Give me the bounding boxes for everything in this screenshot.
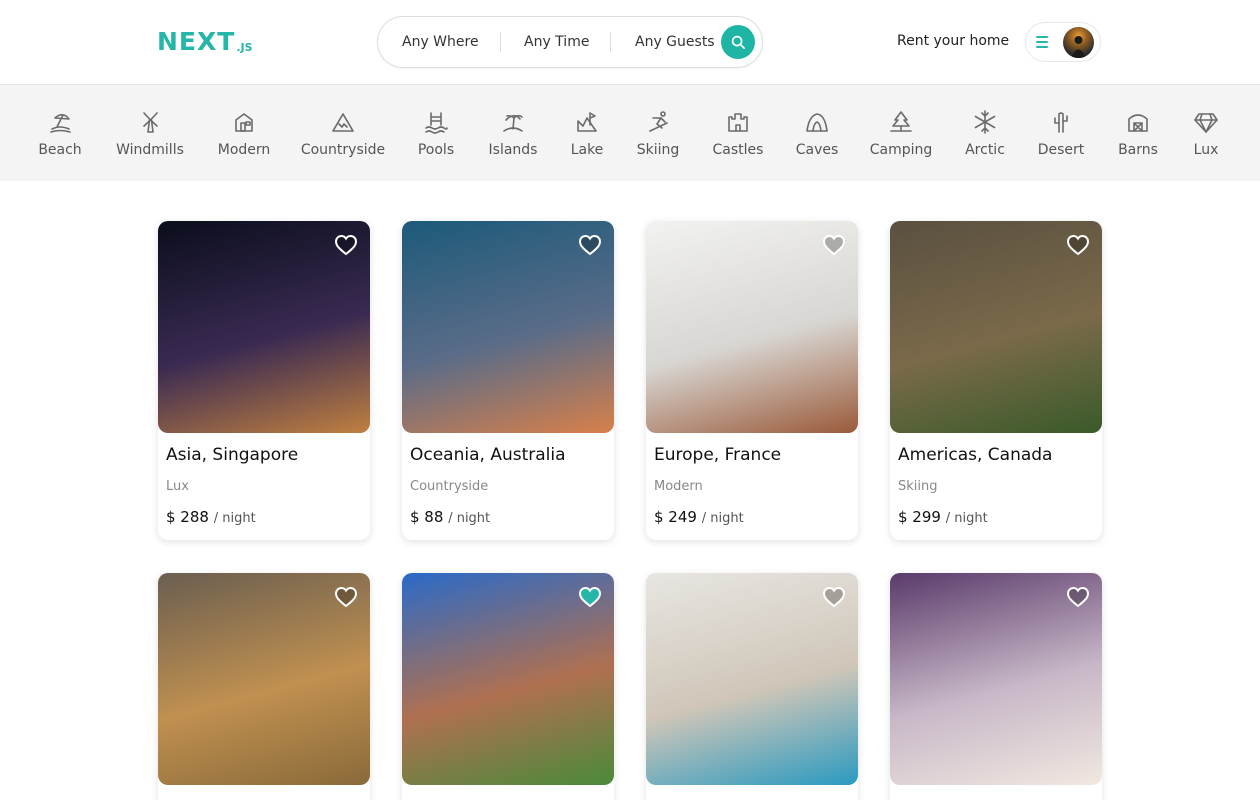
heart-icon[interactable] <box>822 585 846 609</box>
listing-price: $ 288 / night <box>166 508 256 526</box>
price-unit: / night <box>213 511 256 526</box>
heart-icon[interactable] <box>578 585 602 609</box>
category-beach[interactable]: Beach <box>15 109 105 169</box>
menu-icon <box>1036 36 1050 48</box>
brand-logo[interactable]: NEXT .JS <box>157 29 253 55</box>
heart-icon[interactable] <box>334 233 358 257</box>
category-label: Desert <box>1037 142 1085 158</box>
category-label: Castles <box>712 142 764 158</box>
listing-location[interactable]: Oceania, Australia <box>410 445 566 465</box>
heart-icon[interactable] <box>1066 585 1090 609</box>
diamond-icon <box>1194 113 1218 133</box>
search-divider <box>610 32 611 52</box>
category-label: Beach <box>38 142 82 158</box>
category-label: Caves <box>795 142 839 158</box>
listing-card[interactable] <box>890 573 1102 800</box>
castle-icon <box>728 113 748 132</box>
listing-card[interactable]: Americas, Canada Skiing $ 299 / night <box>890 221 1102 540</box>
cactus-icon <box>1054 112 1068 133</box>
category-label: Countryside <box>300 142 386 158</box>
listing-location[interactable]: Europe, France <box>654 445 781 465</box>
heart-icon[interactable] <box>822 233 846 257</box>
price-value: $ 88 <box>410 508 444 526</box>
heart-icon[interactable] <box>578 233 602 257</box>
search-bar[interactable]: Any Where Any Time Any Guests <box>377 16 763 68</box>
logo-text: NEXT <box>157 27 236 56</box>
search-button[interactable] <box>721 25 755 59</box>
price-value: $ 299 <box>898 508 941 526</box>
search-time-button[interactable]: Any Time <box>524 17 589 67</box>
category-label: Modern <box>217 142 271 158</box>
category-lux[interactable]: Lux <box>1161 109 1251 169</box>
listing-category: Skiing <box>898 479 938 494</box>
heart-icon[interactable] <box>334 585 358 609</box>
tree-icon <box>890 111 912 132</box>
category-modern[interactable]: Modern <box>199 109 289 169</box>
listing-location[interactable]: Asia, Singapore <box>166 445 298 465</box>
category-label: Arctic <box>965 142 1005 158</box>
listing-location[interactable]: Americas, Canada <box>898 445 1052 465</box>
cave-icon <box>806 113 828 132</box>
price-unit: / night <box>448 511 491 526</box>
search-icon <box>731 35 745 49</box>
category-bar: Beach Windmills Modern Countryside Pools… <box>0 85 1260 181</box>
price-unit: / night <box>701 511 744 526</box>
windmill-icon <box>143 112 158 133</box>
category-camping[interactable]: Camping <box>856 109 946 169</box>
avatar <box>1063 27 1094 58</box>
category-label: Skiing <box>636 142 680 158</box>
pool-icon <box>425 112 448 134</box>
search-divider <box>500 32 501 52</box>
listing-card[interactable]: Oceania, Australia Countryside $ 88 / ni… <box>402 221 614 540</box>
skiing-icon <box>649 111 668 132</box>
heart-icon[interactable] <box>1066 233 1090 257</box>
island-icon <box>503 114 523 132</box>
price-value: $ 288 <box>166 508 209 526</box>
mountain-icon <box>332 113 354 132</box>
listing-card[interactable] <box>402 573 614 800</box>
lake-icon <box>577 112 597 132</box>
modern-house-icon <box>235 113 253 132</box>
listing-card[interactable]: Europe, France Modern $ 249 / night <box>646 221 858 540</box>
category-castles[interactable]: Castles <box>693 109 783 169</box>
search-guests-button[interactable]: Any Guests <box>635 17 715 67</box>
listing-card[interactable] <box>158 573 370 800</box>
price-value: $ 249 <box>654 508 697 526</box>
user-menu-button[interactable] <box>1025 22 1101 62</box>
beach-icon <box>50 113 71 133</box>
listing-category: Lux <box>166 479 189 494</box>
listing-category: Modern <box>654 479 703 494</box>
category-label: Lake <box>570 142 604 158</box>
listing-price: $ 88 / night <box>410 508 490 526</box>
listing-card[interactable] <box>646 573 858 800</box>
listing-card[interactable]: Asia, Singapore Lux $ 288 / night <box>158 221 370 540</box>
listing-price: $ 299 / night <box>898 508 988 526</box>
top-header: NEXT .JS Any Where Any Time Any Guests R… <box>0 0 1260 85</box>
logo-suffix: .JS <box>236 41 253 54</box>
category-label: Pools <box>417 142 455 158</box>
category-label: Islands <box>488 142 538 158</box>
listing-price: $ 249 / night <box>654 508 744 526</box>
rent-your-home-link[interactable]: Rent your home <box>897 31 1009 51</box>
category-label: Barns <box>1118 142 1158 158</box>
category-caves[interactable]: Caves <box>772 109 862 169</box>
search-where-button[interactable]: Any Where <box>402 17 479 67</box>
listing-category: Countryside <box>410 479 489 494</box>
snowflake-icon <box>974 110 996 134</box>
category-label: Lux <box>1193 142 1219 158</box>
category-label: Windmills <box>116 142 184 158</box>
barn-icon <box>1128 114 1148 132</box>
category-windmills[interactable]: Windmills <box>105 109 195 169</box>
price-unit: / night <box>945 511 988 526</box>
category-label: Camping <box>869 142 933 158</box>
category-skiing[interactable]: Skiing <box>613 109 703 169</box>
category-countryside[interactable]: Countryside <box>298 109 388 169</box>
